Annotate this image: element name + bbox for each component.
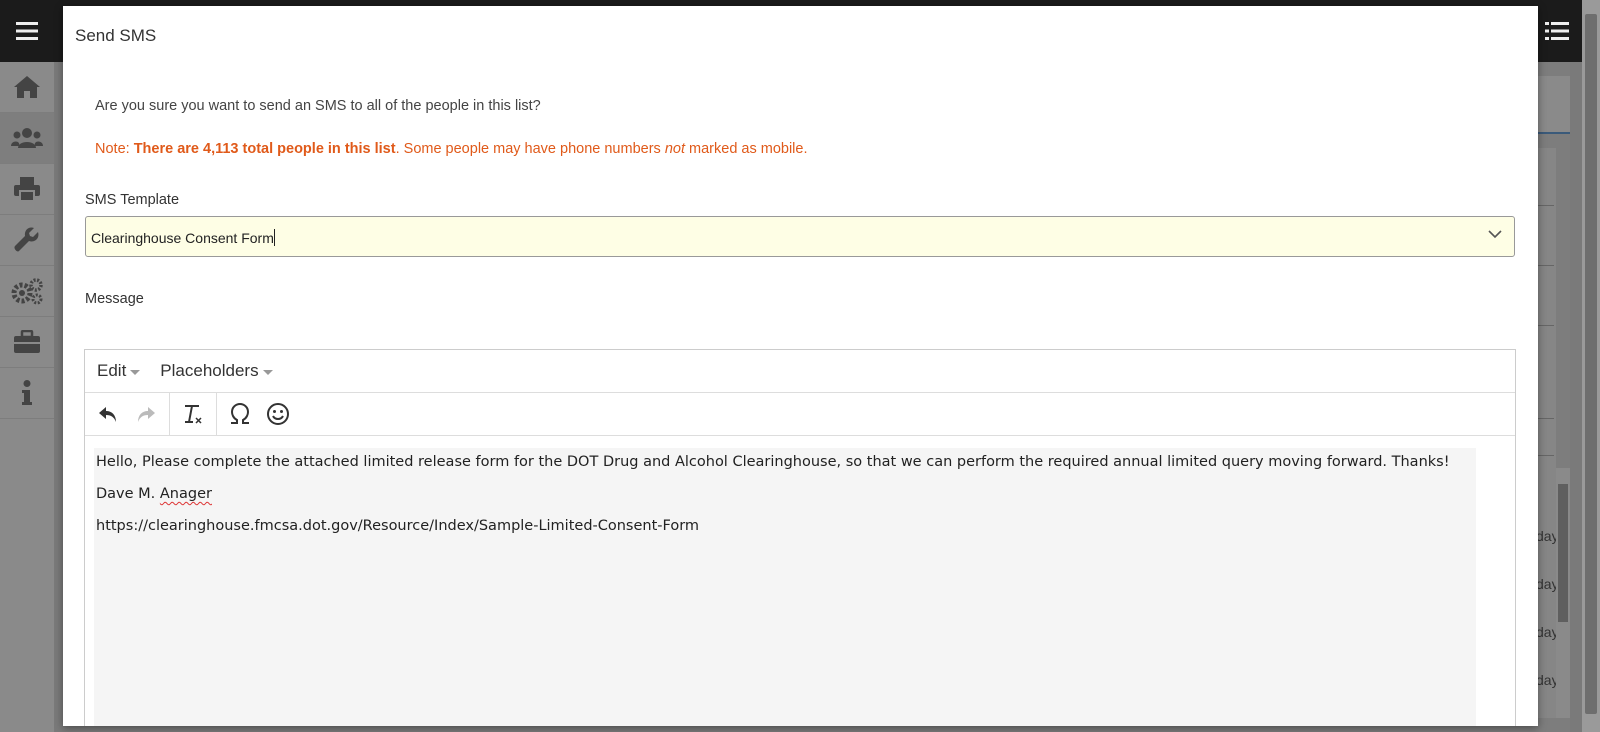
confirm-message: Are you sure you want to send an SMS to …	[95, 98, 541, 114]
users-icon	[11, 128, 43, 148]
chevron-down-icon	[1488, 230, 1502, 239]
edit-menu[interactable]: Edit	[97, 361, 141, 381]
hamburger-icon	[16, 22, 38, 40]
briefcase-icon	[14, 330, 40, 353]
editor-toolbar	[85, 392, 1515, 436]
note-prefix: Note:	[95, 141, 134, 157]
message-editor: Edit Placeholders Hello, Please complete…	[84, 349, 1516, 726]
dropdown-arrow-icon	[262, 369, 273, 375]
page-scrollbar-thumb[interactable]	[1585, 14, 1597, 714]
note-warning: Note: There are 4,113 total people in th…	[95, 141, 808, 157]
note-emphasis: not	[664, 141, 685, 157]
format-group	[170, 392, 217, 436]
dropdown-arrow-icon	[130, 369, 141, 375]
note-total-count: There are 4,113 total people in this lis…	[133, 141, 396, 157]
dialog-title: Send SMS	[75, 26, 157, 45]
send-sms-dialog: Send SMS Are you sure you want to send a…	[63, 6, 1538, 726]
note-middle: . Some people may have phone numbers	[395, 141, 665, 157]
divider	[1536, 418, 1554, 419]
undo-button[interactable]	[89, 397, 127, 431]
hamburger-menu-button[interactable]	[0, 0, 54, 62]
sidebar-item-home[interactable]	[0, 62, 54, 113]
divider	[1536, 325, 1554, 326]
divider	[1536, 265, 1554, 266]
inner-scrollbar-thumb[interactable]	[1558, 484, 1568, 622]
message-line: Hello, Please complete the attached limi…	[96, 454, 1450, 470]
sidebar-item-people[interactable]	[0, 113, 54, 164]
settings-icon	[11, 278, 43, 305]
sidebar-item-info[interactable]	[0, 368, 54, 419]
insert-group	[217, 393, 301, 436]
clear-format-button[interactable]	[174, 397, 212, 431]
message-label: Message	[85, 291, 144, 307]
history-group	[85, 392, 170, 436]
info-icon	[22, 380, 32, 405]
editor-menubar: Edit Placeholders	[85, 350, 1515, 393]
special-char-icon	[230, 402, 250, 424]
home-icon	[14, 76, 40, 98]
undo-icon	[99, 407, 116, 422]
divider	[1536, 455, 1554, 456]
special-char-button[interactable]	[221, 397, 259, 431]
misspelled-word: Anager	[159, 486, 212, 502]
sidebar-item-tools[interactable]	[0, 215, 54, 266]
wrench-icon	[14, 227, 39, 252]
print-icon	[14, 177, 40, 202]
note-suffix: marked as mobile.	[685, 141, 808, 157]
message-body[interactable]: Hello, Please complete the attached limi…	[94, 448, 1476, 726]
divider	[1536, 205, 1554, 206]
placeholders-menu[interactable]: Placeholders	[160, 361, 273, 381]
list-icon	[1545, 22, 1569, 40]
emoji-button[interactable]	[259, 397, 297, 431]
redo-button[interactable]	[127, 397, 165, 431]
sidebar-item-settings[interactable]	[0, 266, 54, 317]
sms-template-value: Clearinghouse Consent Form	[91, 229, 275, 246]
list-view-button[interactable]	[1532, 0, 1582, 62]
app-sidebar	[0, 62, 54, 732]
message-line: https://clearinghouse.fmcsa.dot.gov/Reso…	[96, 518, 700, 534]
sms-template-select[interactable]: Clearinghouse Consent Form	[85, 216, 1515, 257]
emoji-icon	[267, 403, 289, 425]
redo-icon	[138, 407, 155, 422]
clear-format-icon	[185, 405, 202, 424]
message-line: Dave M. Anager	[96, 486, 212, 502]
sms-template-label: SMS Template	[85, 192, 180, 208]
sidebar-item-print[interactable]	[0, 164, 54, 215]
sidebar-item-jobs[interactable]	[0, 317, 54, 368]
